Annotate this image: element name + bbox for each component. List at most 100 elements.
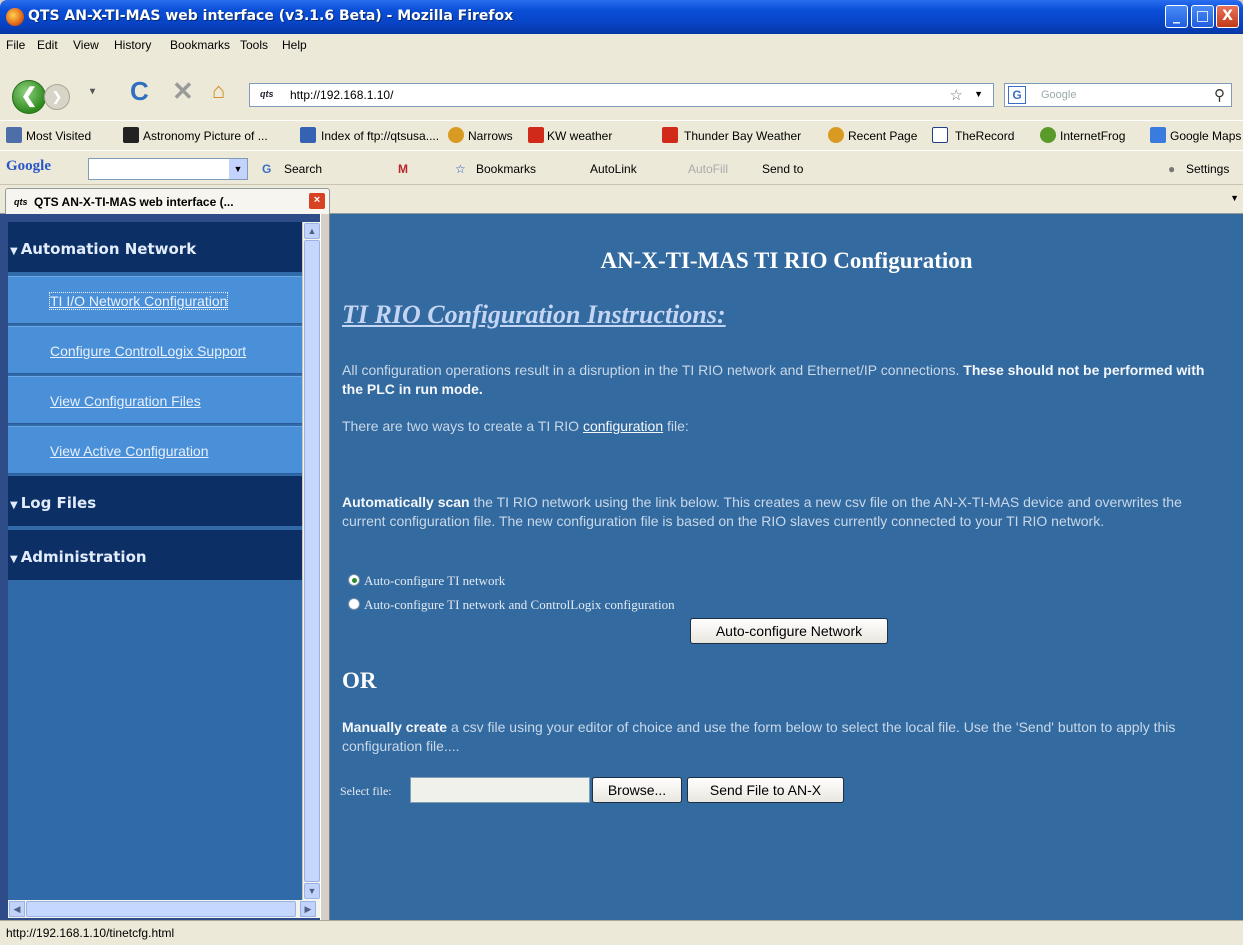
section-automation-network[interactable]: ▼ Automation Network [8, 222, 302, 272]
frame-divider[interactable] [320, 214, 330, 920]
history-dropdown-icon[interactable]: ▾ [90, 86, 95, 97]
bookmark-narrows[interactable]: Narrows [468, 129, 513, 143]
bookmarks-toolbar: Most Visited Astronomy Picture of ... In… [0, 120, 1243, 150]
maximize-button[interactable]: □ [1191, 5, 1214, 28]
auto-configure-button[interactable]: Auto-configure Network [690, 618, 888, 644]
search-input[interactable]: Google [1041, 89, 1076, 101]
radio-button-checked[interactable] [348, 574, 360, 586]
or-label: OR [342, 668, 377, 693]
back-button[interactable]: ❮ [12, 80, 46, 114]
scroll-thumb[interactable] [304, 240, 320, 882]
browse-button[interactable]: Browse... [592, 777, 682, 803]
configuration-link[interactable]: configuration [583, 418, 663, 434]
auto-scan-paragraph: Automatically scan the TI RIO network us… [342, 493, 1227, 531]
menu-tools[interactable]: Tools [240, 38, 268, 52]
bookmark-google-maps[interactable]: Google Maps [1170, 129, 1241, 143]
gmail-icon[interactable]: M [398, 162, 408, 176]
section-title: Log Files [20, 494, 97, 512]
two-ways-paragraph: There are two ways to create a TI RIO co… [342, 417, 1227, 436]
bookmark-star-icon[interactable]: ☆ [950, 86, 963, 104]
radio-option-ti-network[interactable]: Auto-configure TI network [348, 573, 505, 589]
send-file-button[interactable]: Send File to AN-X [687, 777, 844, 803]
scroll-right-icon[interactable]: ▶ [300, 901, 316, 917]
chevron-down-icon[interactable]: ▼ [229, 159, 247, 179]
autofill-button[interactable]: AutoFill [688, 162, 728, 176]
bookmark-ftp[interactable]: Index of ftp://qtsusa.... [321, 129, 439, 143]
search-icon[interactable]: ⚲ [1214, 86, 1225, 104]
close-window-button[interactable]: X [1216, 5, 1239, 28]
bookmark-astronomy[interactable]: Astronomy Picture of ... [143, 129, 268, 143]
send-to-button[interactable]: Send to [762, 162, 803, 176]
google-maps-icon [1150, 127, 1166, 143]
google-logo: Google [6, 158, 51, 174]
reload-icon[interactable]: C [130, 76, 149, 107]
bookmark-internetfrog[interactable]: InternetFrog [1060, 129, 1125, 143]
bookmark-most-visited[interactable]: Most Visited [26, 129, 91, 143]
warning-text: All configuration operations result in a… [342, 362, 964, 378]
scroll-thumb[interactable] [26, 901, 296, 917]
bookmark-thunder-bay[interactable]: Thunder Bay Weather [684, 129, 801, 143]
autolink-button[interactable]: AutoLink [590, 162, 637, 176]
radio-option-ti-controllogix[interactable]: Auto-configure TI network and ControlLog… [348, 597, 675, 613]
settings-button[interactable]: Settings [1186, 162, 1229, 176]
radio-button[interactable] [348, 598, 360, 610]
menu-view[interactable]: View [73, 38, 99, 52]
sidebar-horizontal-scrollbar[interactable]: ◀ ▶ [8, 900, 320, 918]
sidebar-item-ti-io-network[interactable]: TI I/O Network Configuration [8, 276, 302, 324]
file-path-input[interactable] [410, 777, 590, 803]
triangle-down-icon: ▼ [10, 554, 18, 565]
list-all-tabs-icon[interactable]: ▼ [1230, 193, 1239, 203]
radio-label: Auto-configure TI network and ControlLog… [364, 597, 675, 612]
address-bar[interactable]: qts http://192.168.1.10/ ☆ ▼ [249, 83, 994, 107]
url-dropdown-icon[interactable]: ▼ [974, 89, 983, 99]
window-title: QTS AN-X-TI-MAS web interface (v3.1.6 Be… [28, 8, 514, 24]
weather-icon [828, 127, 844, 143]
window-titlebar[interactable]: QTS AN-X-TI-MAS web interface (v3.1.6 Be… [0, 0, 1243, 34]
menu-help[interactable]: Help [282, 38, 307, 52]
radio-label: Auto-configure TI network [364, 573, 506, 588]
scroll-up-icon[interactable]: ▲ [304, 223, 320, 239]
minimize-button[interactable]: _ [1165, 5, 1188, 28]
bookmark-recent-page[interactable]: Recent Page [848, 129, 917, 143]
search-bar[interactable]: G Google ⚲ [1004, 83, 1232, 107]
sidebar-link[interactable]: TI I/O Network Configuration [48, 292, 229, 310]
google-toolbar: Google ▼ G Search M ☆ Bookmarks AutoLink… [0, 150, 1243, 184]
google-bookmarks-button[interactable]: Bookmarks [476, 162, 536, 176]
menu-bookmarks[interactable]: Bookmarks [170, 38, 230, 52]
sidebar-item-controllogix[interactable]: Configure ControlLogix Support [8, 326, 302, 374]
manual-paragraph: Manually create a csv file using your ed… [342, 718, 1227, 756]
triangle-down-icon: ▼ [10, 500, 18, 511]
bookmark-kw-weather[interactable]: KW weather [547, 129, 612, 143]
manual-bold-text: Manually create [342, 719, 448, 735]
section-log-files[interactable]: ▼ Log Files [8, 476, 302, 526]
scroll-left-icon[interactable]: ◀ [9, 901, 25, 917]
instructions-heading: TI RIO Configuration Instructions: [342, 300, 726, 329]
section-administration[interactable]: ▼ Administration [8, 530, 302, 580]
sidebar-item-active-config[interactable]: View Active Configuration [8, 426, 302, 474]
scroll-down-icon[interactable]: ▼ [304, 883, 320, 899]
menu-file[interactable]: File [6, 38, 25, 52]
google-engine-icon[interactable]: G [1008, 86, 1026, 104]
sidebar-item-config-files[interactable]: View Configuration Files [8, 376, 302, 424]
select-file-label: Select file: [340, 784, 392, 798]
close-tab-icon[interactable]: × [309, 193, 325, 209]
address-input[interactable]: http://192.168.1.10/ [290, 88, 393, 102]
triangle-down-icon: ▼ [10, 246, 18, 257]
bookmark-therecord[interactable]: TheRecord [955, 129, 1014, 143]
sidebar-vertical-scrollbar[interactable]: ▲ ▼ [302, 222, 320, 900]
warning-paragraph: All configuration operations result in a… [342, 361, 1227, 399]
sidebar-link[interactable]: View Active Configuration [50, 443, 209, 459]
menu-history[interactable]: History [114, 38, 151, 52]
sidebar-link[interactable]: View Configuration Files [50, 393, 201, 409]
google-search-input[interactable]: ▼ [88, 158, 248, 180]
tab-qts-interface[interactable]: qts QTS AN-X-TI-MAS web interface (... × [5, 188, 330, 215]
sidebar-link[interactable]: Configure ControlLogix Support [50, 343, 246, 359]
forward-button[interactable]: ❯ [44, 84, 70, 110]
stop-icon[interactable]: ✕ [172, 76, 194, 107]
settings-gear-icon: ● [1168, 162, 1176, 176]
home-icon[interactable]: ⌂ [212, 78, 225, 104]
two-ways-text-end: file: [663, 418, 689, 434]
section-title: Automation Network [20, 240, 197, 258]
google-search-button[interactable]: Search [284, 162, 322, 176]
menu-edit[interactable]: Edit [37, 38, 58, 52]
